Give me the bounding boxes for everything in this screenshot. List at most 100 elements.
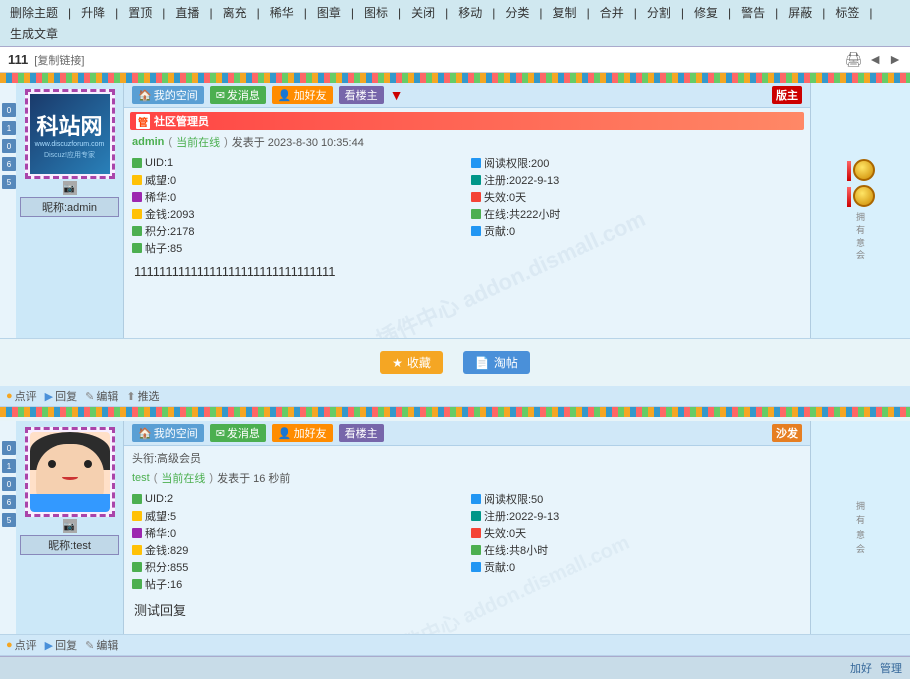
stat-uid-1: UID:1 (132, 155, 463, 171)
nav2-icon-2[interactable]: 1 (2, 459, 16, 473)
post-1-nickname: 昵称:admin (20, 197, 119, 217)
nav2-icon-3[interactable]: 0 (2, 477, 16, 491)
toolbar-close[interactable]: 关闭 (407, 3, 439, 22)
nav-icon-5[interactable]: 5 (2, 175, 16, 189)
post-2-usertitle: 头衔:高级会员 (124, 446, 810, 468)
post-1-meta: admin ( 当前在线 ) 发表于 2023-8-30 10:35:44 (124, 132, 810, 153)
nav2-icon-4[interactable]: 6 (2, 495, 16, 509)
toolbar-sep: | (111, 5, 122, 21)
push-btn-1[interactable]: ⬆ 推选 (126, 388, 159, 404)
toolbar-merge[interactable]: 合并 (596, 3, 628, 22)
toolbar-live[interactable]: 直播 (171, 3, 203, 22)
stat-fengong-2: 贡献:0 (471, 559, 802, 575)
nav-icon-3[interactable]: 0 (2, 139, 16, 153)
stat-ji-2: 积分:855 (132, 559, 463, 575)
post-1-header-bar: 🏠 我的空间 ✉ 发消息 👤 加好友 看楼主 ▼ (124, 83, 810, 108)
toolbar-split[interactable]: 分割 (643, 3, 675, 22)
my-space-btn-2[interactable]: 🏠 我的空间 (132, 424, 204, 442)
edit-btn-2[interactable]: ✎ 编辑 (85, 637, 118, 653)
jinbi-icon (132, 209, 142, 219)
register-icon (471, 175, 481, 185)
toolbar-gift[interactable]: 离充 (219, 3, 251, 22)
stat-reads-1: 阅读权限:200 (471, 155, 802, 171)
add-friend-btn-2[interactable]: 👤 加好友 (272, 424, 333, 442)
nav-icon-4[interactable]: 6 (2, 157, 16, 171)
post-1-avatar-frame: 科站网 www.discuzforum.com Discuz!应用专家 (25, 89, 115, 179)
posted-at-2: 发表于 16 秒前 (217, 470, 290, 486)
nav-icon-1[interactable]: 0 (2, 103, 16, 117)
toolbar-fix[interactable]: 修复 (690, 3, 722, 22)
toolbar-stamp[interactable]: 图章 (313, 3, 345, 22)
post-1-meta-line: admin ( 当前在线 ) 发表于 2023-8-30 10:35:44 (132, 134, 802, 150)
add-friend-btn-1[interactable]: 👤 加好友 (272, 86, 333, 104)
toolbar-pin[interactable]: 置顶 (124, 3, 156, 22)
deco-top (0, 73, 910, 83)
toolbar-move[interactable]: 移动 (454, 3, 486, 22)
nav2-icon-1[interactable]: 0 (2, 441, 16, 455)
send-msg-btn-1[interactable]: ✉ 发消息 (210, 86, 266, 104)
nav2-icon-5[interactable]: 5 (2, 513, 16, 527)
next-icon[interactable]: ► (888, 51, 902, 68)
post-1-action-btns: 🏠 我的空间 ✉ 发消息 👤 加好友 看楼主 ▼ (132, 86, 403, 104)
toolbar-sep: | (300, 5, 311, 21)
doc-icon: 📄 (475, 356, 490, 370)
online-text-1: 当前在线 (176, 134, 220, 150)
toolbar-sep: | (677, 5, 688, 21)
home-icon: 🏠 (138, 89, 152, 102)
tiezi-icon (132, 243, 142, 253)
post-2-user-col: 📷 昵称:test (16, 421, 124, 634)
stat-reads-2: 阅读权限:50 (471, 491, 802, 507)
stat-ji-1: 积分:2178 (132, 223, 463, 239)
dropdown-icon-1[interactable]: ▼ (390, 87, 404, 103)
toolbar-classify[interactable]: 分类 (501, 3, 533, 22)
print-icon[interactable]: 🖨 (845, 51, 863, 68)
username-1[interactable]: admin (132, 136, 164, 148)
toolbar-tag[interactable]: 标签 (831, 3, 863, 22)
toolbar-sep: | (347, 5, 358, 21)
post-1-body: 11111111111111111111111111111111 DISCUZ!… (124, 258, 810, 338)
toolbar-delete[interactable]: 删除主题 (6, 3, 62, 22)
reply-btn-2[interactable]: ▶ 回复 (45, 637, 77, 653)
toolbar-warn[interactable]: 警告 (737, 3, 769, 22)
ji-icon (132, 226, 142, 236)
post-1-user-col: 科站网 www.discuzforum.com Discuz!应用专家 📷 昵称… (16, 83, 124, 338)
avatar-logo-main: 科站网 (36, 109, 102, 141)
online-status-1: ( (168, 136, 172, 148)
stat-offline-1: 失效:0天 (471, 189, 802, 205)
comment-icon: ● (6, 390, 13, 402)
toolbar-copy[interactable]: 复制 (549, 3, 581, 22)
post-2-main: 🏠 我的空间 ✉ 发消息 👤 加好友 看楼主 沙发 (124, 421, 810, 634)
msg-icon: ✉ (216, 89, 225, 102)
post-2-role-badge: 沙发 (772, 424, 802, 442)
post-1: 0 1 0 6 5 科站网 www.discuzforum.com Discuz… (0, 83, 910, 339)
collect-btn[interactable]: ★ 收藏 (380, 351, 443, 374)
toolbar-mask[interactable]: 屏蔽 (784, 3, 816, 22)
report-btn[interactable]: 📄 淘帖 (463, 351, 530, 374)
toolbar-generate[interactable]: 生成文章 (6, 24, 62, 43)
post-number: 111 (8, 52, 28, 67)
comment-btn-1[interactable]: ● 点评 (6, 388, 37, 404)
comment-btn-2[interactable]: ● 点评 (6, 637, 37, 653)
toolbar-sparse[interactable]: 稀华 (266, 3, 298, 22)
post-2-right-labels: 拥 有 意 会 (852, 491, 869, 565)
post-1-photo-icon[interactable]: 📷 (63, 181, 77, 195)
ji-icon-2 (132, 562, 142, 572)
side-nav-icons-2: 0 1 0 6 5 (2, 441, 16, 527)
nav-icon-2[interactable]: 1 (2, 121, 16, 135)
post-1-bottom-bar: ● 点评 ▶ 回复 ✎ 编辑 ⬆ 推选 (0, 386, 910, 407)
post-2-stats: UID:2 阅读权限:50 威望:5 注册:2022-9-13 稀华:0 (124, 489, 810, 594)
copy-link[interactable]: [复制链接] (34, 52, 84, 68)
view-op-btn-1[interactable]: 看楼主 (339, 86, 384, 104)
my-space-btn-1[interactable]: 🏠 我的空间 (132, 86, 204, 104)
username-2: test (132, 472, 150, 484)
view-op-btn-2[interactable]: 看楼主 (339, 424, 384, 442)
admin-icon: 管 (136, 114, 150, 129)
edit-btn-1[interactable]: ✎ 编辑 (85, 388, 118, 404)
reply-btn-1[interactable]: ▶ 回复 (45, 388, 77, 404)
prev-icon[interactable]: ◄ (868, 51, 882, 68)
toolbar-icon[interactable]: 图标 (360, 3, 392, 22)
toolbar-promote[interactable]: 升降 (77, 3, 109, 22)
send-msg-btn-2[interactable]: ✉ 发消息 (210, 424, 266, 442)
post-2-photo-icon[interactable]: 📷 (63, 519, 77, 533)
toolbar-sep: | (64, 5, 75, 21)
